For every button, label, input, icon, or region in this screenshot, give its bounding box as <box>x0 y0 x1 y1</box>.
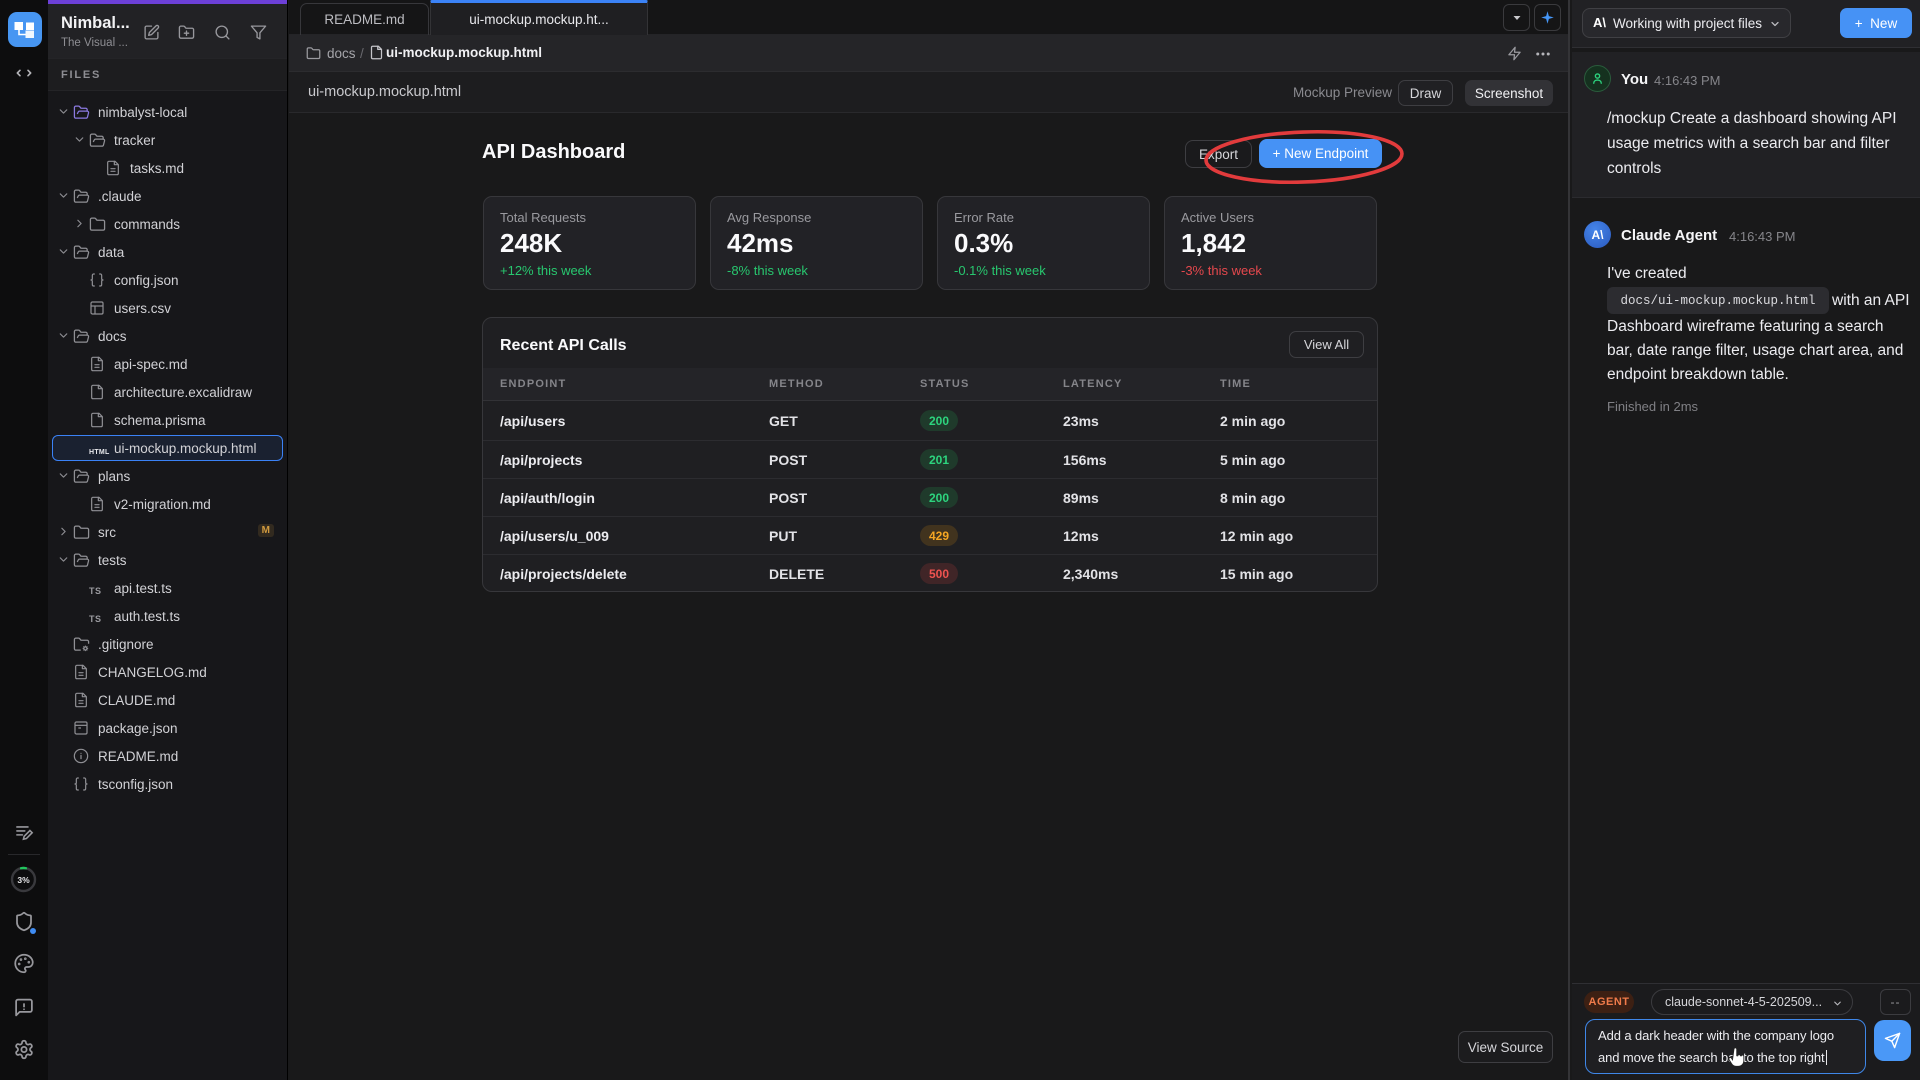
svg-text:3%: 3% <box>17 875 30 885</box>
